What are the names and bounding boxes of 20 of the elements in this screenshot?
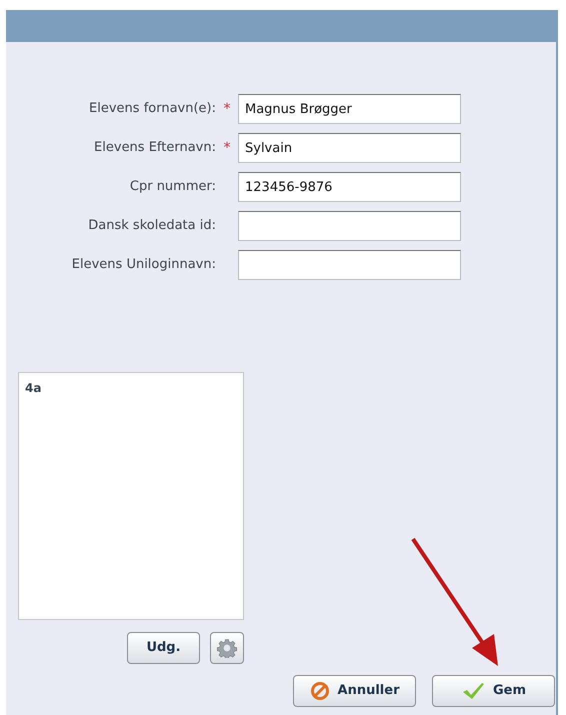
prohibited-icon [310,681,330,701]
text-field[interactable]: Magnus Brøgger [238,94,461,124]
field-label: Cpr nummer: [128,178,216,196]
required-mark: * [224,100,230,118]
field-label: Elevens fornavn(e): [88,100,216,118]
field-label: Elevens Efternavn: [93,139,216,158]
text-field[interactable]: 123456-9876 [238,172,461,202]
text-field[interactable] [238,211,461,241]
cancel-button[interactable]: Annuller [293,675,416,707]
required-mark: * [224,138,230,158]
gear-icon [217,638,237,658]
edit-button[interactable]: Udg. [127,632,200,664]
list-item[interactable]: 4a [25,379,237,397]
checkmark-icon [460,681,485,701]
text-field[interactable]: Sylvain [238,133,461,163]
text-field[interactable] [238,250,461,280]
field-label: Dansk skoledata id: [87,217,216,236]
settings-button[interactable] [210,632,244,664]
field-label: Elevens Uniloginnavn: [70,256,216,274]
save-button[interactable]: Gem [432,675,555,707]
